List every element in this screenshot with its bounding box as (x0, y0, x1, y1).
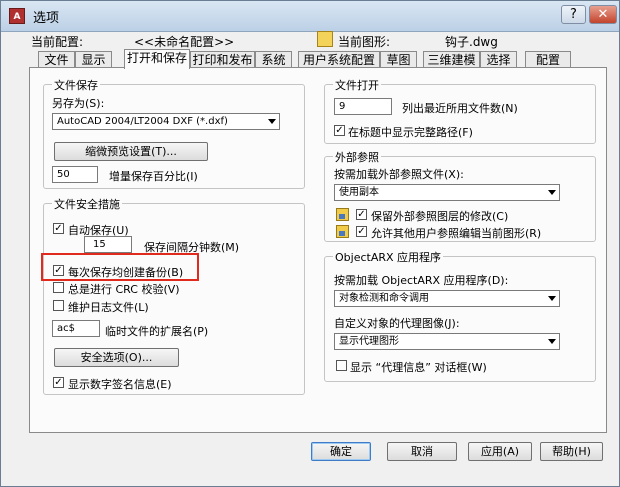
file-save-title: 文件保存 (52, 77, 100, 93)
digital-signature-checkbox[interactable]: ✓ (53, 377, 64, 388)
current-profile-value: <<未命名配置>> (134, 35, 235, 49)
recent-files-label: 列出最近所用文件数(N) (402, 102, 518, 115)
current-drawing-value: 钩子.dwg (445, 35, 498, 49)
proxy-image-label: 自定义对象的代理图像(J): (334, 317, 460, 330)
chevron-down-icon (548, 339, 556, 344)
proxy-image-value: 显示代理图形 (339, 336, 399, 347)
tab-files[interactable]: 文件 (38, 51, 75, 68)
save-as-value: AutoCAD 2004/LT2004 DXF (*.dxf) (57, 116, 228, 127)
autosave-checkbox[interactable]: ✓ (53, 223, 64, 234)
options-dialog: A 选项 ? ✕ 当前配置: <<未命名配置>> 当前图形: 钩子.dwg 文件… (0, 0, 620, 487)
objectarx-demand-load-label: 按需加载 ObjectARX 应用程序(D): (334, 274, 509, 287)
window-title: 选项 (33, 11, 60, 26)
proxy-info-label: 显示 “代理信息” 对话框(W) (350, 361, 487, 374)
file-safety-title: 文件安全措施 (52, 196, 122, 212)
tab-selection[interactable]: 选择 (480, 51, 517, 68)
allow-refedit-label: 允许其他用户参照编辑当前图形(R) (371, 227, 542, 240)
log-file-label: 维护日志文件(L) (68, 301, 149, 314)
save-interval-input[interactable]: 15 (84, 236, 132, 253)
tab-profiles[interactable]: 配置 (525, 51, 571, 68)
title-bar[interactable]: A 选项 ? ✕ (1, 1, 619, 32)
cancel-button[interactable]: 取消 (387, 442, 457, 461)
save-as-select[interactable]: AutoCAD 2004/LT2004 DXF (*.dxf) (52, 113, 280, 130)
incremental-save-label: 增量保存百分比(I) (109, 170, 198, 183)
ok-button[interactable]: 确定 (311, 442, 371, 461)
apply-button[interactable]: 应用(A) (468, 442, 532, 461)
incremental-save-input[interactable]: 50 (52, 166, 98, 183)
proxy-info-checkbox[interactable] (336, 360, 347, 371)
crc-check-checkbox[interactable] (53, 282, 64, 293)
xref-title: 外部参照 (333, 149, 381, 165)
full-path-label: 在标题中显示完整路径(F) (348, 126, 473, 139)
autocad-app-icon: A (9, 8, 25, 24)
drawing-setting-icon (336, 225, 349, 238)
tab-user-preferences[interactable]: 用户系统配置 (298, 51, 380, 68)
tab-open-and-save[interactable]: 打开和保存 (124, 49, 190, 69)
save-as-label: 另存为(S): (52, 97, 105, 110)
file-open-title: 文件打开 (333, 77, 381, 93)
security-options-button[interactable]: 安全选项(O)... (54, 348, 179, 367)
xref-demand-load-label: 按需加载外部参照文件(X): (334, 168, 464, 181)
tab-plot-and-publish[interactable]: 打印和发布 (190, 51, 255, 68)
thumbnail-settings-button[interactable]: 缩微预览设置(T)... (54, 142, 208, 161)
full-path-checkbox[interactable]: ✓ (334, 125, 345, 136)
allow-refedit-checkbox[interactable]: ✓ (356, 226, 367, 237)
crc-check-label: 总是进行 CRC 校验(V) (68, 283, 180, 296)
current-profile-label: 当前配置: (31, 35, 84, 49)
tab-drafting[interactable]: 草图 (380, 51, 417, 68)
chevron-down-icon (548, 296, 556, 301)
tab-3d-modeling[interactable]: 三维建模 (423, 51, 480, 68)
objectarx-title: ObjectARX 应用程序 (333, 249, 444, 265)
tab-system[interactable]: 系统 (255, 51, 292, 68)
proxy-image-select[interactable]: 显示代理图形 (334, 333, 560, 350)
log-file-checkbox[interactable] (53, 300, 64, 311)
help-icon[interactable]: ? (561, 5, 586, 24)
objectarx-demand-load-select[interactable]: 对象检测和命令调用 (334, 290, 560, 307)
tab-display[interactable]: 显示 (75, 51, 112, 68)
help-button[interactable]: 帮助(H) (540, 442, 603, 461)
chevron-down-icon (268, 119, 276, 124)
digital-signature-label: 显示数字签名信息(E) (68, 378, 172, 391)
retain-xref-layer-label: 保留外部参照图层的修改(C) (371, 210, 509, 223)
drawing-file-icon (317, 31, 333, 47)
temp-extension-label: 临时文件的扩展名(P) (105, 325, 209, 338)
xref-demand-load-select[interactable]: 使用副本 (334, 184, 560, 201)
xref-demand-load-value: 使用副本 (339, 187, 379, 198)
annotation-highlight-box (41, 253, 199, 281)
drawing-setting-icon (336, 208, 349, 221)
close-icon[interactable]: ✕ (589, 5, 617, 24)
recent-files-input[interactable]: 9 (334, 98, 392, 115)
objectarx-demand-load-value: 对象检测和命令调用 (339, 293, 429, 304)
temp-extension-input[interactable]: ac$ (52, 320, 100, 337)
tab-panel-open-and-save: 文件保存 另存为(S): AutoCAD 2004/LT2004 DXF (*.… (29, 67, 607, 433)
retain-xref-layer-checkbox[interactable]: ✓ (356, 209, 367, 220)
chevron-down-icon (548, 190, 556, 195)
current-drawing-label: 当前图形: (338, 35, 391, 49)
